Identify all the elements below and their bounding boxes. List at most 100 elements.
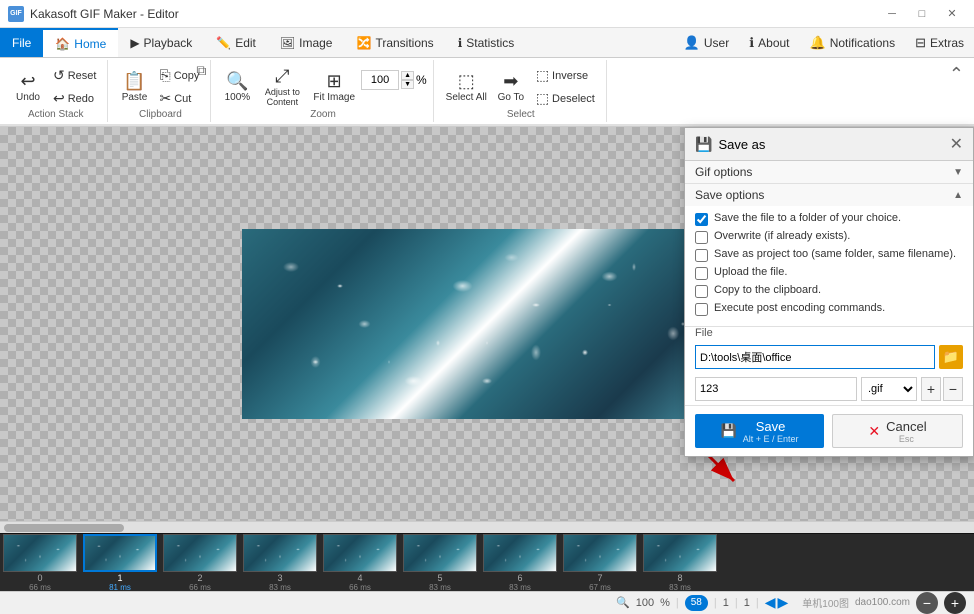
clipboard-expand-icon[interactable]: ⧉: [196, 62, 206, 79]
zoom-down-arrow[interactable]: ▼: [401, 80, 414, 89]
film-frame-img-2[interactable]: [163, 534, 237, 572]
cancel-button[interactable]: ✕ Cancel Esc: [832, 414, 963, 448]
cb-overwrite-label: Overwrite (if already exists).: [714, 230, 850, 242]
tab-about[interactable]: ℹ About: [739, 28, 799, 57]
tab-edit[interactable]: ✏️ Edit: [204, 28, 268, 57]
save-options-header[interactable]: Save options ▲: [685, 184, 973, 206]
gif-options-header[interactable]: Gif options ▼: [685, 161, 973, 183]
save-button[interactable]: 💾 Save Alt + E / Enter: [695, 414, 824, 448]
inverse-icon: ⬚: [536, 67, 549, 84]
fit-image-button[interactable]: ⊞ Fit Image: [309, 62, 359, 112]
cb-upload[interactable]: [695, 267, 708, 280]
canvas-texture: [242, 229, 732, 419]
film-frame-6: 6 83 ms: [480, 534, 560, 592]
film-frame-7: 7 67 ms: [560, 534, 640, 592]
deselect-icon: ⬚: [536, 90, 549, 107]
zoom-100-button[interactable]: 🔍 100%: [219, 62, 255, 112]
redo-button[interactable]: ↩ Redo: [48, 88, 101, 110]
film-frame-img-7[interactable]: [563, 534, 637, 572]
cb-execute[interactable]: [695, 303, 708, 316]
paste-button[interactable]: 📋 Paste: [116, 62, 152, 112]
dialog-close-button[interactable]: ✕: [950, 134, 963, 154]
zoom-minus-button[interactable]: −: [916, 592, 938, 614]
cb-save-folder-label: Save the file to a folder of your choice…: [714, 212, 901, 224]
cancel-btn-content: Cancel Esc: [886, 419, 926, 444]
ext-select[interactable]: .gif .webp: [861, 377, 917, 401]
cb-overwrite[interactable]: [695, 231, 708, 244]
undo-button[interactable]: ↩ Undo: [10, 62, 46, 112]
minimize-button[interactable]: ─: [878, 4, 906, 24]
zoom-input[interactable]: [361, 70, 399, 90]
adjust-icon: ⤢: [275, 67, 289, 85]
film-frame-3: 3 83 ms: [240, 534, 320, 592]
ribbon-collapse-icon[interactable]: ⌃: [949, 64, 964, 85]
cut-button[interactable]: ✂ Cut: [154, 88, 204, 110]
zoom-up-arrow[interactable]: ▲: [401, 71, 414, 80]
maximize-button[interactable]: □: [908, 4, 936, 24]
scroll-thumb[interactable]: [4, 524, 124, 532]
save-dialog: 💾 Save as ✕ Gif options ▼ Save options ▲…: [684, 127, 974, 457]
tab-playback[interactable]: ▶ Playback: [118, 28, 204, 57]
reset-button[interactable]: ↺ Reset: [48, 65, 101, 87]
save-options-body: Save the file to a folder of your choice…: [685, 206, 973, 326]
file-section: File 📁 .gif .webp + −: [685, 327, 973, 406]
tab-image[interactable]: 🖼 Image: [268, 28, 345, 57]
tab-statistics[interactable]: ℹ Statistics: [446, 28, 527, 57]
close-button[interactable]: ✕: [938, 4, 966, 24]
status-separator1: |: [676, 597, 679, 609]
cb-upload-row: Upload the file.: [695, 266, 963, 280]
save-btn-content: Save Alt + E / Enter: [743, 419, 799, 444]
bell-icon: 🔔: [810, 35, 826, 51]
extras-icon: ⊟: [915, 35, 926, 51]
horizontal-scrollbar[interactable]: [0, 521, 974, 533]
select-label: Select: [436, 109, 606, 120]
tab-extras[interactable]: ⊟ Extras: [905, 28, 974, 57]
filename-input[interactable]: [695, 377, 857, 401]
remove-button[interactable]: −: [943, 377, 963, 401]
film-frame-img-0[interactable]: [3, 534, 77, 572]
cb-project[interactable]: [695, 249, 708, 262]
zoom-plus-button[interactable]: +: [944, 592, 966, 614]
film-frame-img-8[interactable]: [643, 534, 717, 572]
nav-right-button[interactable]: ▶: [777, 594, 788, 611]
gif-options-section: Gif options ▼: [685, 161, 973, 184]
status-separator2: |: [714, 597, 717, 609]
film-frame-img-1[interactable]: [83, 534, 157, 572]
film-frame-img-3[interactable]: [243, 534, 317, 572]
tab-notifications[interactable]: 🔔 Notifications: [800, 28, 906, 57]
deselect-button[interactable]: ⬚ Deselect: [531, 88, 600, 110]
gif-options-chevron: ▼: [953, 167, 963, 178]
redo-icon: ↩: [53, 90, 65, 107]
filename-row: .gif .webp + −: [685, 373, 973, 405]
film-frame-1: 1 81 ms: [80, 534, 160, 592]
adjust-to-content-button[interactable]: ⤢ Adjust to Content: [257, 62, 307, 112]
add-button[interactable]: +: [921, 377, 941, 401]
cb-save-folder[interactable]: [695, 213, 708, 226]
select-all-button[interactable]: ⬚ Select All: [442, 62, 491, 112]
cb-save-folder-row: Save the file to a folder of your choice…: [695, 212, 963, 226]
dialog-title-left: 💾 Save as: [695, 136, 765, 153]
inverse-button[interactable]: ⬚ Inverse: [531, 65, 600, 87]
film-frame-4: 4 66 ms: [320, 534, 400, 592]
film-frame-img-4[interactable]: [323, 534, 397, 572]
action-stack-group: ↩ Undo ↺ Reset ↩ Redo Action Stack: [4, 60, 108, 122]
tab-transitions[interactable]: 🔀 Transitions: [344, 28, 445, 57]
nav-left-button[interactable]: ◀: [765, 594, 776, 611]
user-icon: 👤: [684, 35, 700, 51]
film-frame-img-6[interactable]: [483, 534, 557, 572]
status-separator4: |: [756, 597, 759, 609]
tab-file[interactable]: File: [0, 28, 43, 57]
go-to-button[interactable]: ➡ Go To: [493, 62, 529, 112]
cb-clipboard[interactable]: [695, 285, 708, 298]
tab-row: File 🏠 Home ▶ Playback ✏️ Edit 🖼 Image 🔀…: [0, 28, 974, 58]
browse-folder-button[interactable]: 📁: [939, 345, 963, 369]
right-tabs: 👤 User ℹ About 🔔 Notifications ⊟ Extras: [674, 28, 974, 57]
film-frame-img-5[interactable]: [403, 534, 477, 572]
save-icon: 💾: [695, 136, 712, 153]
paste-icon: 📋: [123, 72, 145, 90]
tab-user[interactable]: 👤 User: [674, 28, 740, 57]
save-options-section: Save options ▲ Save the file to a folder…: [685, 184, 973, 327]
file-path-input[interactable]: [695, 345, 935, 369]
zoom-percent: %: [416, 73, 427, 87]
tab-home[interactable]: 🏠 Home: [43, 28, 118, 57]
